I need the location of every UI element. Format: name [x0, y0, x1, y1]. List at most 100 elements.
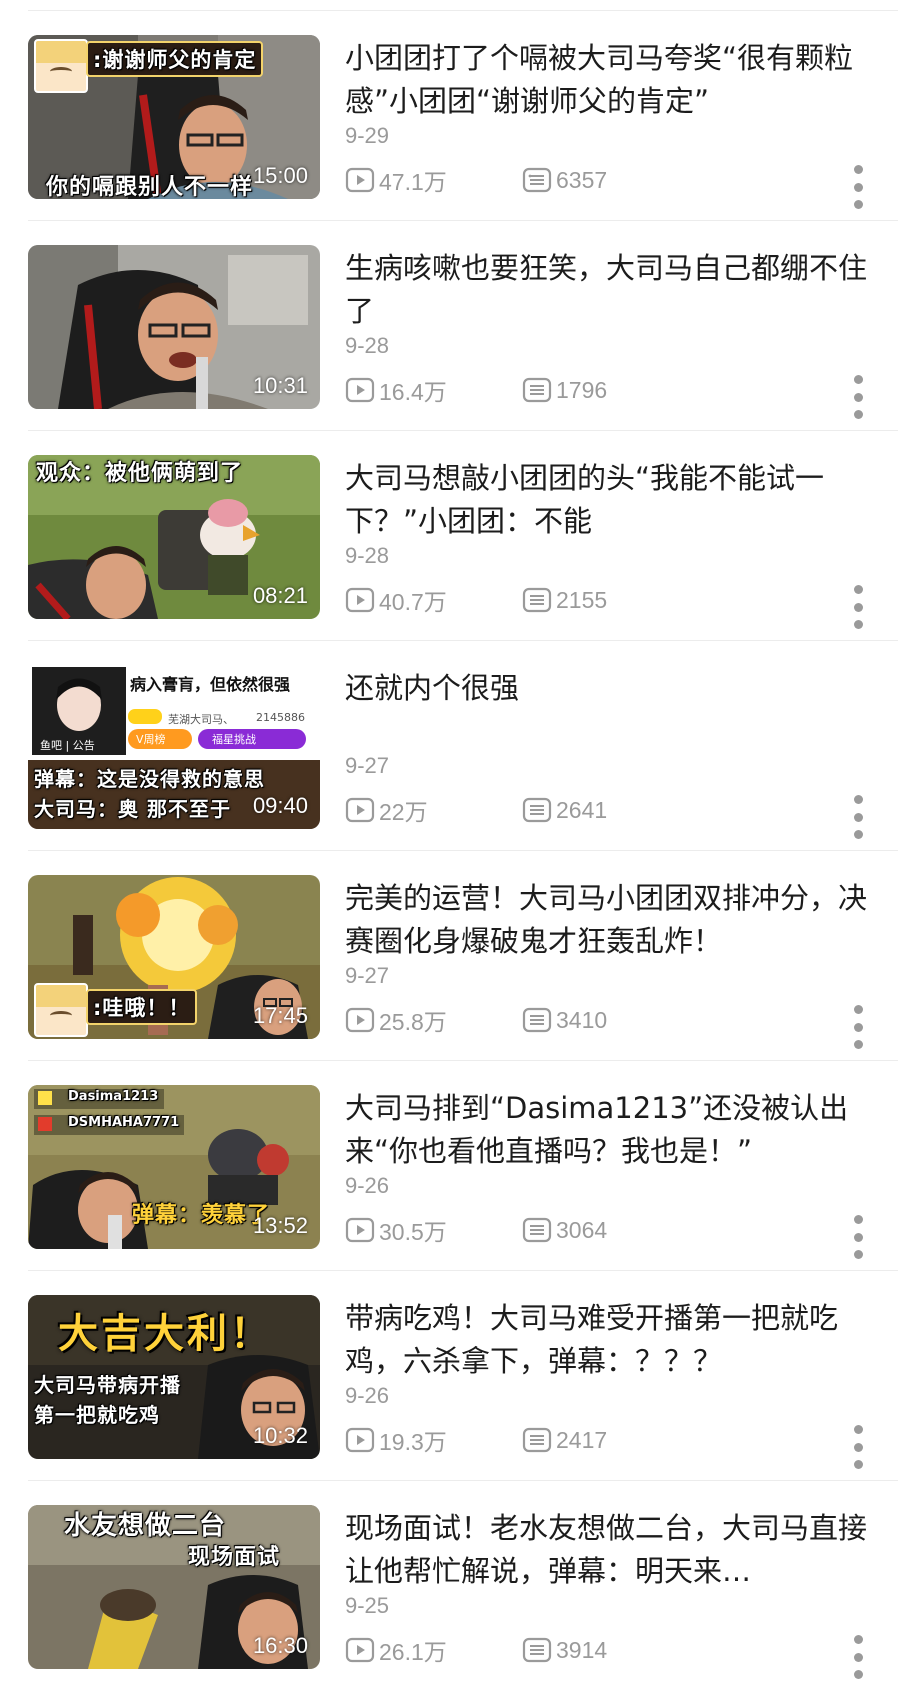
- more-vertical-icon[interactable]: [852, 1005, 864, 1049]
- video-duration: 10:32: [252, 1423, 308, 1448]
- view-count-value: 47.1万: [379, 169, 447, 195]
- more-vertical-icon[interactable]: [852, 1425, 864, 1469]
- video-date: 9-27: [345, 963, 390, 988]
- video-title[interactable]: 现场面试！老水友想做二台，大司马直接让他帮忙解说，弹幕：明天来…: [345, 1507, 875, 1593]
- more-vertical-icon[interactable]: [852, 585, 864, 629]
- danmaku-count-value: 3410: [556, 1006, 608, 1033]
- video-thumbnail[interactable]: 病入膏肓，但依然很强 芜湖大司马、 2145886 V周榜 福星挑战 鱼吧 | …: [28, 665, 320, 829]
- video-item[interactable]: 10:31 生病咳嗽也要狂笑，大司马自己都绷不住了 9-28 16.4万 179…: [0, 221, 898, 431]
- video-stats: 19.3万 2417: [345, 1423, 607, 1457]
- view-count: 26.1万: [345, 1633, 522, 1667]
- view-count: 47.1万: [345, 163, 522, 197]
- video-duration: 10:31: [252, 373, 308, 398]
- more-vertical-icon[interactable]: [852, 375, 864, 419]
- more-vertical-icon[interactable]: [852, 1215, 864, 1259]
- more-vertical-icon[interactable]: [852, 795, 864, 839]
- video-thumbnail[interactable]: 10:31: [28, 245, 320, 409]
- thumbnail-caption: 2145886: [256, 711, 305, 724]
- danmaku-count-value: 2641: [556, 796, 608, 823]
- view-count-value: 30.5万: [379, 1219, 447, 1245]
- video-item[interactable]: :谢谢师父的肯定 你的嗝跟别人不一样 15:00 小团团打了个嗝被大司马夸奖“很…: [0, 11, 898, 221]
- video-thumbnail[interactable]: 大吉大利！ 大司马带病开播 第一把就吃鸡 10:32: [28, 1295, 320, 1459]
- video-stats: 30.5万 3064: [345, 1213, 607, 1247]
- thumbnail-caption: 你的嗝跟别人不一样: [46, 175, 254, 199]
- thumbnail-caption: 大司马：奥 那不至于: [34, 797, 231, 821]
- danmaku-count: 2417: [522, 1427, 607, 1454]
- video-duration: 15:00: [252, 163, 308, 188]
- view-count: 22万: [345, 793, 522, 827]
- video-stats: 26.1万 3914: [345, 1633, 607, 1667]
- thumbnail-caption: V周榜: [136, 733, 166, 746]
- video-item[interactable]: :哇哦！！ 17:45 完美的运营！大司马小团团双排冲分，决赛圈化身爆破鬼才狂轰…: [0, 851, 898, 1061]
- video-duration: 17:45: [252, 1003, 308, 1028]
- anime-avatar-sticker: [34, 983, 88, 1037]
- video-duration: 09:40: [252, 793, 308, 818]
- danmaku-count: 1796: [522, 377, 607, 404]
- video-date: 9-26: [345, 1383, 390, 1408]
- play-count-icon: [345, 1637, 375, 1663]
- danmaku-count-value: 2155: [556, 586, 608, 613]
- thumbnail-caption: 观众：被他俩萌到了: [36, 461, 244, 486]
- play-count-icon: [345, 587, 375, 613]
- video-thumbnail[interactable]: :谢谢师父的肯定 你的嗝跟别人不一样 15:00: [28, 35, 320, 199]
- danmaku-count-icon: [522, 1007, 552, 1033]
- thumbnail-caption: Dasima1213: [68, 1089, 159, 1104]
- danmaku-count-icon: [522, 797, 552, 823]
- thumbnail-caption: 弹幕：这是没得救的意思: [34, 767, 265, 791]
- danmaku-count-icon: [522, 587, 552, 613]
- thumbnail-caption: 现场面试: [188, 1545, 281, 1570]
- video-title[interactable]: 带病吃鸡！大司马难受开播第一把就吃鸡，六杀拿下，弹幕：？？？: [345, 1297, 875, 1383]
- video-item[interactable]: 病入膏肓，但依然很强 芜湖大司马、 2145886 V周榜 福星挑战 鱼吧 | …: [0, 641, 898, 851]
- video-title[interactable]: 还就内个很强: [345, 667, 875, 710]
- play-count-icon: [345, 1217, 375, 1243]
- video-item[interactable]: 观众：被他俩萌到了 08:21 大司马想敲小团团的头“我能不能试一下？”小团团：…: [0, 431, 898, 641]
- video-date: 9-28: [345, 333, 390, 358]
- video-item[interactable]: Dasima1213 DSMHAHA7771 弹幕：羡慕了 13:52 大司马排…: [0, 1061, 898, 1271]
- view-count-value: 19.3万: [379, 1429, 447, 1455]
- video-stats: 47.1万 6357: [345, 163, 607, 197]
- thumbnail-caption: 病入膏肓，但依然很强: [130, 675, 291, 694]
- thumbnail-caption: 大吉大利！: [58, 1311, 273, 1357]
- video-item[interactable]: 水友想做二台 现场面试 16:30 现场面试！老水友想做二台，大司马直接让他帮忙…: [0, 1481, 898, 1691]
- view-count: 25.8万: [345, 1003, 522, 1037]
- video-duration: 08:21: [252, 583, 308, 608]
- video-duration: 13:52: [252, 1213, 308, 1238]
- thumbnail-caption: 第一把就吃鸡: [34, 1403, 160, 1427]
- video-title[interactable]: 大司马想敲小团团的头“我能不能试一下？”小团团：不能: [345, 457, 875, 543]
- view-count: 30.5万: [345, 1213, 522, 1247]
- danmaku-count-icon: [522, 1637, 552, 1663]
- danmaku-count-value: 3064: [556, 1216, 608, 1243]
- video-title[interactable]: 大司马排到“Dasima1213”还没被认出来“你也看他直播吗？我也是！”: [345, 1087, 875, 1173]
- video-thumbnail[interactable]: Dasima1213 DSMHAHA7771 弹幕：羡慕了 13:52: [28, 1085, 320, 1249]
- video-item[interactable]: 大吉大利！ 大司马带病开播 第一把就吃鸡 10:32 带病吃鸡！大司马难受开播第…: [0, 1271, 898, 1481]
- thumbnail-caption: 鱼吧 | 公告: [40, 739, 95, 752]
- video-stats: 16.4万 1796: [345, 373, 607, 407]
- video-title[interactable]: 生病咳嗽也要狂笑，大司马自己都绷不住了: [345, 247, 875, 333]
- video-date: 9-27: [345, 753, 390, 778]
- thumbnail-caption: :谢谢师父的肯定: [86, 41, 264, 77]
- more-vertical-icon[interactable]: [852, 165, 864, 209]
- play-count-icon: [345, 1007, 375, 1033]
- video-thumbnail[interactable]: :哇哦！！ 17:45: [28, 875, 320, 1039]
- danmaku-count: 3410: [522, 1007, 607, 1034]
- anime-avatar-sticker: [34, 39, 88, 93]
- video-thumbnail[interactable]: 观众：被他俩萌到了 08:21: [28, 455, 320, 619]
- video-duration: 16:30: [252, 1633, 308, 1658]
- play-count-icon: [345, 377, 375, 403]
- view-count-value: 22万: [379, 799, 428, 825]
- view-count-value: 16.4万: [379, 379, 447, 405]
- play-count-icon: [345, 797, 375, 823]
- video-stats: 22万 2641: [345, 793, 607, 827]
- view-count-value: 26.1万: [379, 1639, 447, 1665]
- thumbnail-caption: 大司马带病开播: [34, 1373, 181, 1397]
- danmaku-count-value: 3914: [556, 1636, 608, 1663]
- video-date: 9-25: [345, 1593, 390, 1618]
- danmaku-count-icon: [522, 167, 552, 193]
- video-thumbnail[interactable]: 水友想做二台 现场面试 16:30: [28, 1505, 320, 1669]
- thumbnail-caption: 水友想做二台: [64, 1511, 227, 1541]
- view-count: 19.3万: [345, 1423, 522, 1457]
- thumbnail-caption: 芜湖大司马、: [168, 713, 234, 726]
- video-title[interactable]: 完美的运营！大司马小团团双排冲分，决赛圈化身爆破鬼才狂轰乱炸！: [345, 877, 875, 963]
- more-vertical-icon[interactable]: [852, 1635, 864, 1679]
- video-title[interactable]: 小团团打了个嗝被大司马夸奖“很有颗粒感”小团团“谢谢师父的肯定”: [345, 37, 875, 123]
